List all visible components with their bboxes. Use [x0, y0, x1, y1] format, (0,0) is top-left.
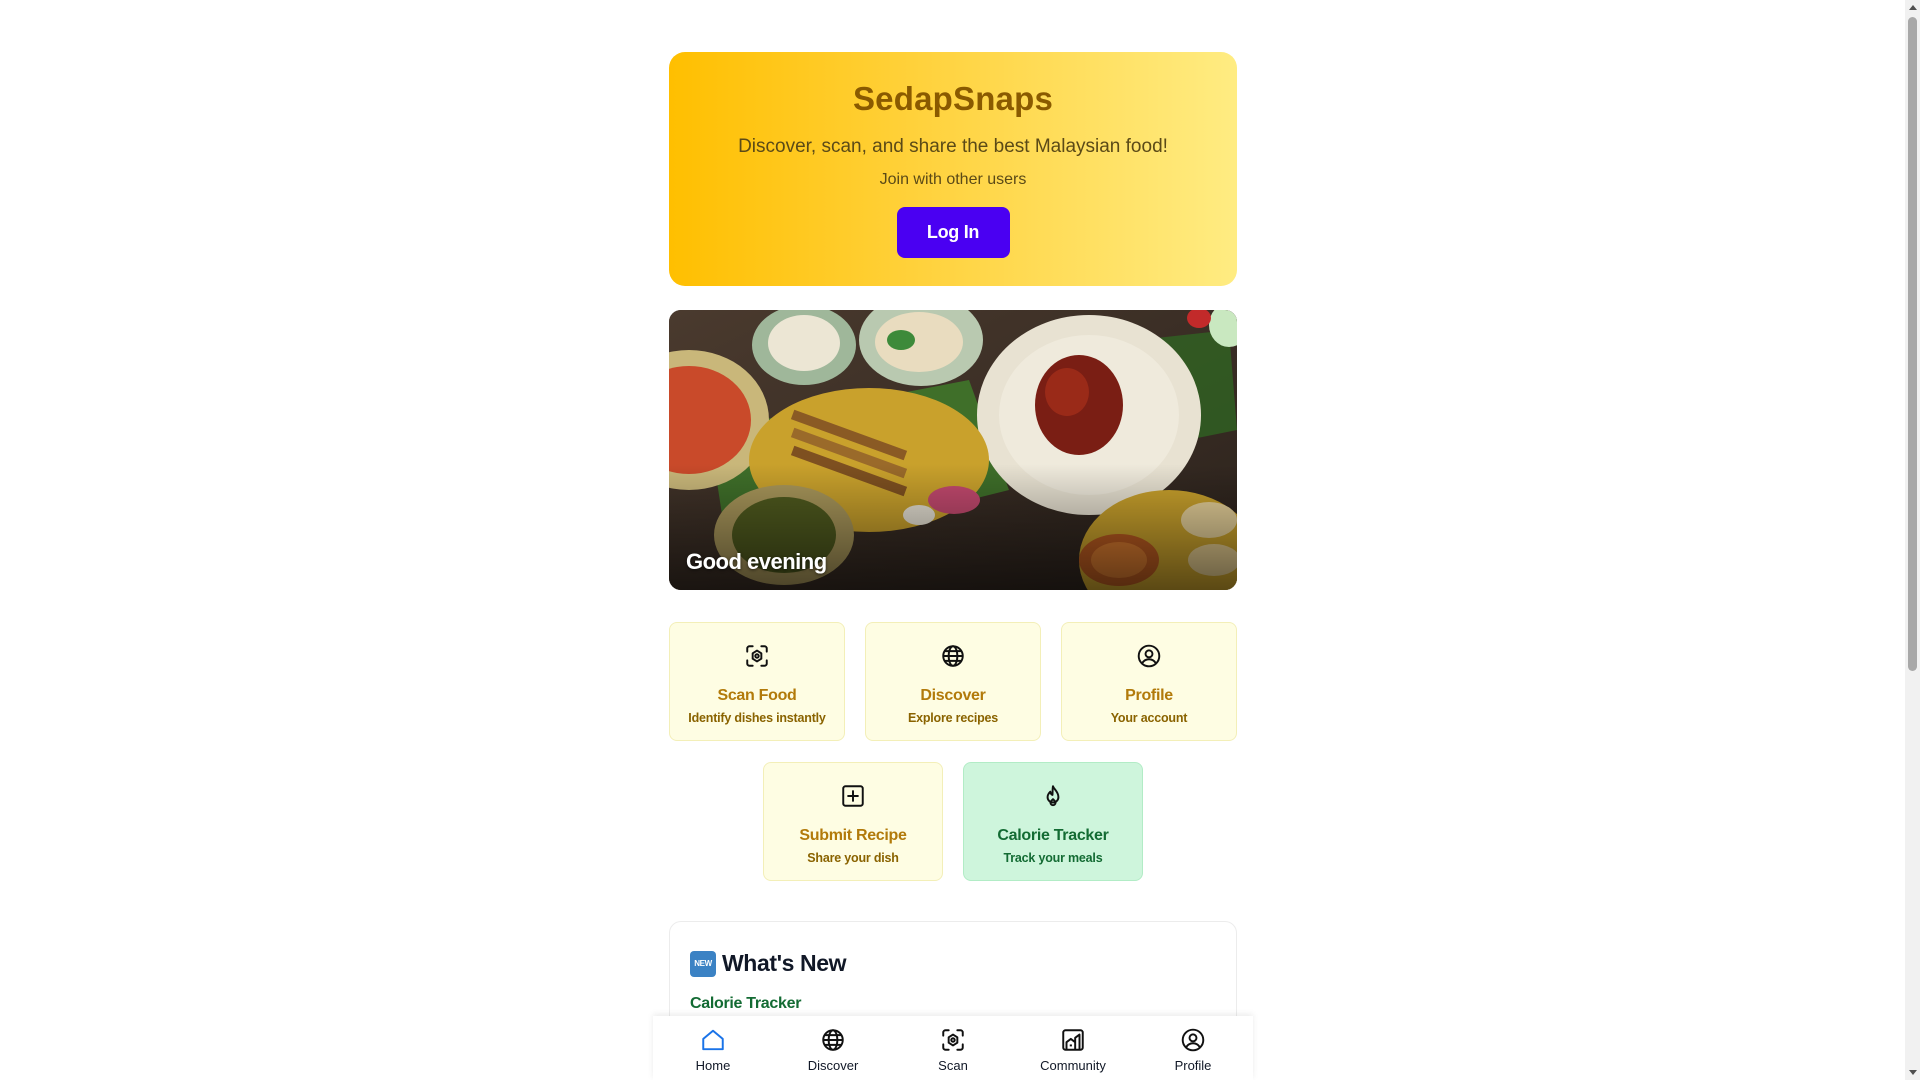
hero-subtitle: Discover, scan, and share the best Malay…	[738, 136, 1168, 157]
profile-card[interactable]: Profile Your account	[1061, 622, 1237, 741]
app-title: SedapSnaps	[852, 80, 1054, 117]
submit-recipe-card[interactable]: Submit Recipe Share your dish	[763, 762, 943, 881]
user-circle-icon	[1137, 644, 1161, 668]
whats-new-title: What's New	[722, 950, 847, 976]
new-badge-icon: NEW	[690, 950, 716, 977]
profile-desc: Your account	[1110, 711, 1188, 725]
nav-label-discover: Discover	[807, 1058, 859, 1073]
discover-card[interactable]: Discover Explore recipes	[865, 622, 1041, 741]
scroll-down-arrow-icon[interactable]	[1905, 1065, 1920, 1080]
scan-icon	[942, 1029, 964, 1051]
news-item-calorie-tracker[interactable]: Calorie Tracker	[690, 995, 1216, 1013]
submit-recipe-desc: Share your dish	[807, 851, 899, 865]
scrollbar-thumb[interactable]	[1908, 17, 1917, 671]
discover-title: Discover	[920, 687, 986, 704]
globe-icon	[942, 645, 964, 667]
hero-tagline: Join with other users	[879, 171, 1027, 188]
home-icon	[702, 1029, 724, 1051]
user-circle-icon	[1181, 1028, 1205, 1052]
submit-recipe-title: Submit Recipe	[799, 827, 907, 844]
globe-icon	[822, 1029, 844, 1051]
nav-item-community[interactable]: Community	[1013, 1016, 1133, 1080]
nav-label-community: Community	[1040, 1058, 1106, 1073]
main-content: SedapSnaps Discover, scan, and share the…	[669, 52, 1237, 590]
calorie-tracker-card[interactable]: Calorie Tracker Track your meals	[963, 762, 1143, 881]
calorie-tracker-desc: Track your meals	[1003, 851, 1103, 865]
scan-icon	[746, 645, 768, 667]
greeting-text: Good evening	[686, 549, 827, 574]
page-scrollbar[interactable]	[1905, 0, 1920, 1080]
bottom-navigation: Home Discover Scan Community Profile	[653, 1016, 1253, 1080]
hero-banner: SedapSnaps Discover, scan, and share the…	[669, 52, 1237, 286]
whats-new-heading: NEW What's New	[690, 950, 1216, 977]
plus-square-icon	[842, 785, 864, 807]
calorie-tracker-title: Calorie Tracker	[997, 827, 1109, 844]
scan-food-title: Scan Food	[717, 687, 797, 704]
scan-food-card[interactable]: Scan Food Identify dishes instantly	[669, 622, 845, 741]
nav-label-profile: Profile	[1174, 1058, 1212, 1073]
nav-item-scan[interactable]: Scan	[893, 1016, 1013, 1080]
login-button[interactable]: Log In	[896, 207, 1010, 258]
community-icon	[1062, 1029, 1084, 1051]
nav-item-home[interactable]: Home	[653, 1016, 773, 1080]
nav-label-home: Home	[695, 1058, 731, 1073]
discover-desc: Explore recipes	[907, 711, 999, 725]
food-banner-image: Good evening	[669, 310, 1237, 590]
nav-label-scan: Scan	[938, 1058, 968, 1073]
nav-item-discover[interactable]: Discover	[773, 1016, 893, 1080]
scan-food-desc: Identify dishes instantly	[688, 711, 826, 725]
profile-title: Profile	[1125, 687, 1173, 704]
scroll-up-arrow-icon[interactable]	[1905, 0, 1920, 15]
flame-icon	[1046, 785, 1060, 807]
nav-item-profile[interactable]: Profile	[1133, 1016, 1253, 1080]
